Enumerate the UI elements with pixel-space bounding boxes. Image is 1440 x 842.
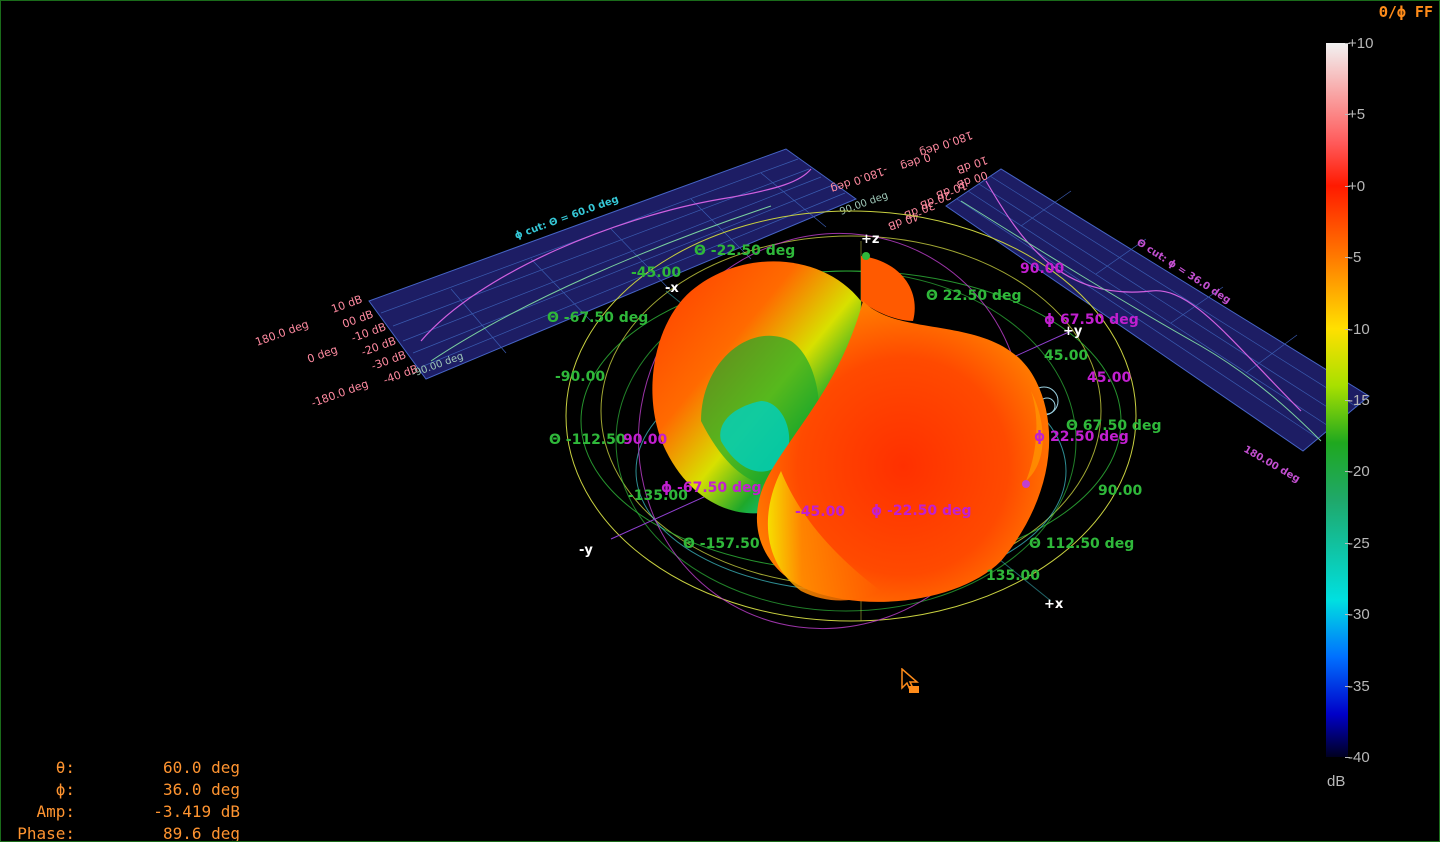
angle-label: 135.00: [986, 568, 1040, 584]
colorbar-tick-label: -35: [1348, 678, 1370, 695]
colorbar-tick-label: +10: [1348, 35, 1374, 52]
axis-label-plus-z: +z: [861, 232, 879, 247]
readout-theta-value: 60.0 deg: [162, 758, 240, 777]
far-field-viewport[interactable]: ϕ cut: Θ = 60.0 deg 10 dB 00 dB -10 dB -…: [0, 0, 1440, 842]
colorbar-tick-label: -5: [1348, 249, 1362, 266]
angle-label: 90.00: [1020, 261, 1065, 277]
colorbar-tick-label: -30: [1348, 606, 1370, 623]
colorbar-tick-label: -40: [1348, 749, 1370, 766]
readout-phi-label: ϕ:: [55, 780, 75, 799]
theta-label: Θ -67.50 deg: [547, 310, 648, 326]
readout-amp-row: Amp: -3.419 dB: [9, 801, 240, 823]
phi-cut-phase-tick: 180.0 deg: [254, 318, 311, 349]
theta-cut-phase-tick: 0 deg: [899, 150, 933, 173]
angle-label: -90.00: [555, 369, 605, 385]
readout-phase-value: 89.6 deg: [162, 824, 240, 842]
theta-label: Θ -157.50: [683, 536, 760, 552]
angle-label: -135.00: [628, 488, 688, 504]
readout-phi-row: ϕ: 36.0 deg: [9, 779, 240, 801]
axis-label-minus-x: -x: [665, 281, 679, 296]
phi-cut-phase-tick: 0 deg: [306, 343, 340, 366]
readout-phi-value: 36.0 deg: [162, 780, 240, 799]
phi-label: ϕ 67.50 deg: [1044, 312, 1139, 328]
theta-cut-x-end: 180.00 deg: [1242, 444, 1302, 485]
axis-label-plus-x: +x: [1044, 597, 1064, 612]
readout-theta-row: θ: 60.0 deg: [9, 757, 240, 779]
readout-amp-label: Amp:: [36, 802, 75, 821]
plot-mode-label: Θ/ϕ FF: [1378, 3, 1433, 21]
readout-phase-label: Phase:: [17, 824, 75, 842]
phi-label: ϕ 22.50 deg: [1034, 429, 1129, 445]
readout-theta-label: θ:: [55, 758, 75, 777]
colorbar-tick-label: +0: [1348, 178, 1366, 195]
angle-label: 90.00: [1098, 483, 1143, 499]
readout-amp-value: -3.419 dB: [153, 802, 240, 821]
probe-readout: θ: 60.0 deg ϕ: 36.0 deg Amp: -3.419 dB P…: [9, 757, 240, 842]
angle-label: 45.00: [1087, 370, 1132, 386]
angle-label: -45.00: [795, 504, 845, 520]
angle-label: -45.00: [631, 265, 681, 281]
z-axis-marker: [862, 252, 870, 260]
probe-point-marker: [1022, 480, 1030, 488]
colorbar-tick-label: -20: [1348, 463, 1370, 480]
colorbar-tick-label: +5: [1348, 106, 1366, 123]
angle-label: 45.00: [1044, 348, 1089, 364]
theta-label: Θ -22.50 deg: [694, 243, 795, 259]
colorbar-unit: dB: [1327, 773, 1346, 790]
phi-label: ϕ -22.50 deg: [871, 503, 972, 519]
mouse-pointer-icon: [901, 668, 920, 694]
theta-cut-phase-tick: -180.0 deg: [829, 163, 890, 196]
theta-label: Θ 22.50 deg: [926, 288, 1021, 304]
axis-label-minus-y: -y: [579, 543, 593, 558]
readout-phase-row: Phase: 89.6 deg: [9, 823, 240, 842]
angle-label: 90.00: [623, 432, 668, 448]
colorbar-tick-label: -25: [1348, 535, 1370, 552]
3d-pattern-scene[interactable]: ϕ cut: Θ = 60.0 deg 10 dB 00 dB -10 dB -…: [1, 1, 1440, 842]
colorbar-tick-label: -10: [1348, 321, 1370, 338]
theta-label: Θ -112.50: [549, 432, 626, 448]
theta-label: Θ 112.50 deg: [1029, 536, 1134, 552]
colorbar-tick-label: -15: [1348, 392, 1370, 409]
phi-cut-phase-tick: -180.0 deg: [310, 377, 371, 410]
